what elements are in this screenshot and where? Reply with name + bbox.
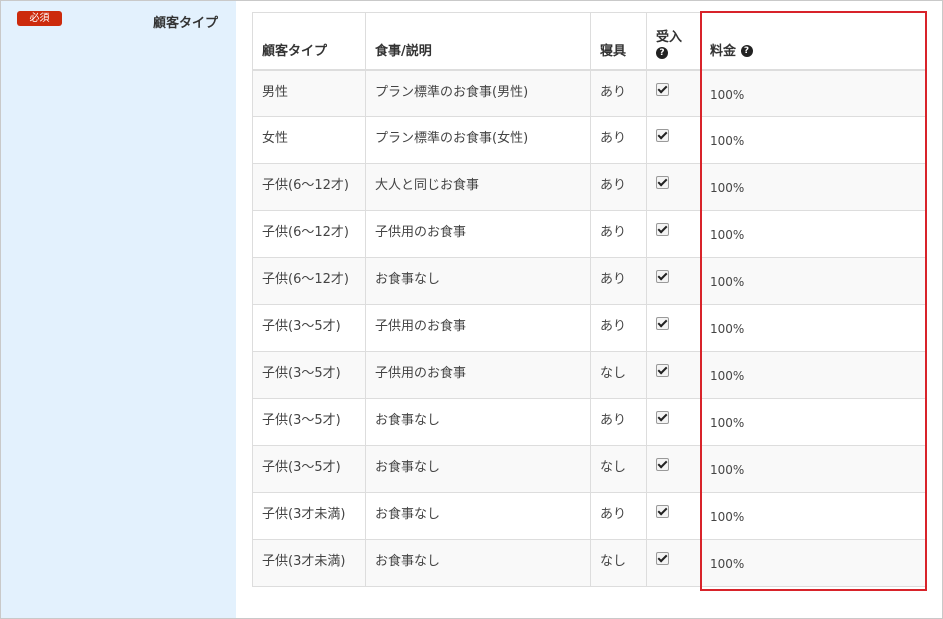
accept-checkbox[interactable] xyxy=(656,505,669,518)
cell-meal: お食事なし xyxy=(365,398,591,446)
cell-meal: 大人と同じお食事 xyxy=(365,163,591,211)
cell-customer-type: 子供(3〜5才) xyxy=(252,398,366,446)
cell-accept xyxy=(646,210,701,258)
table-row: 子供(3〜5才) お食事なし あり 100% xyxy=(252,398,926,446)
table-row: 子供(3〜5才) 子供用のお食事 なし 100% xyxy=(252,351,926,399)
accept-checkbox[interactable] xyxy=(656,223,669,236)
cell-price: 100% xyxy=(700,304,926,352)
cell-meal: お食事なし xyxy=(365,539,591,587)
cell-meal: プラン標準のお食事(男性) xyxy=(365,69,591,117)
cell-price: 100% xyxy=(700,257,926,305)
cell-bedding: あり xyxy=(590,304,647,352)
cell-meal: 子供用のお食事 xyxy=(365,351,591,399)
cell-bedding: なし xyxy=(590,445,647,493)
cell-accept xyxy=(646,163,701,211)
cell-customer-type: 子供(3〜5才) xyxy=(252,445,366,493)
cell-bedding: あり xyxy=(590,210,647,258)
header-bedding: 寝具 xyxy=(590,12,647,71)
cell-customer-type: 子供(6〜12才) xyxy=(252,257,366,305)
header-meal: 食事/説明 xyxy=(365,12,591,71)
cell-price: 100% xyxy=(700,163,926,211)
cell-price: 100% xyxy=(700,539,926,587)
accept-checkbox[interactable] xyxy=(656,458,669,471)
cell-accept xyxy=(646,398,701,446)
price-help-icon[interactable]: ? xyxy=(740,45,753,57)
cell-price: 100% xyxy=(700,445,926,493)
accept-checkbox[interactable] xyxy=(656,176,669,189)
header-accept: 受入 ? xyxy=(646,12,701,71)
cell-meal: お食事なし xyxy=(365,257,591,305)
accept-checkbox[interactable] xyxy=(656,129,669,142)
table-row: 子供(6〜12才) お食事なし あり 100% xyxy=(252,257,926,305)
cell-accept xyxy=(646,69,701,117)
header-customer-type: 顧客タイプ xyxy=(252,12,366,71)
cell-meal: プラン標準のお食事(女性) xyxy=(365,116,591,164)
accept-help-icon[interactable]: ? xyxy=(656,46,668,59)
required-badge: 必須 xyxy=(17,11,62,26)
cell-bedding: あり xyxy=(590,163,647,211)
table-row: 男性 プラン標準のお食事(男性) あり 100% xyxy=(252,69,926,117)
cell-customer-type: 子供(3才未満) xyxy=(252,539,366,587)
table-row: 子供(3才未満) お食事なし なし 100% xyxy=(252,539,926,587)
table-row: 子供(6〜12才) 子供用のお食事 あり 100% xyxy=(252,210,926,258)
cell-accept xyxy=(646,539,701,587)
cell-bedding: なし xyxy=(590,539,647,587)
cell-customer-type: 子供(3〜5才) xyxy=(252,351,366,399)
cell-price: 100% xyxy=(700,398,926,446)
customer-type-label: 顧客タイプ xyxy=(153,16,219,31)
field-label-column: 必須 顧客タイプ xyxy=(1,1,236,618)
cell-customer-type: 女性 xyxy=(252,116,366,164)
accept-checkbox[interactable] xyxy=(656,270,669,283)
cell-customer-type: 子供(3〜5才) xyxy=(252,304,366,352)
cell-accept xyxy=(646,445,701,493)
accept-checkbox[interactable] xyxy=(656,364,669,377)
cell-price: 100% xyxy=(700,351,926,399)
cell-meal: お食事なし xyxy=(365,445,591,493)
cell-accept xyxy=(646,304,701,352)
cell-customer-type: 男性 xyxy=(252,69,366,117)
header-price: 料金 ? xyxy=(700,12,926,71)
cell-accept xyxy=(646,351,701,399)
accept-checkbox[interactable] xyxy=(656,552,669,565)
table-row: 女性 プラン標準のお食事(女性) あり 100% xyxy=(252,116,926,164)
cell-bedding: なし xyxy=(590,351,647,399)
table-header-row: 顧客タイプ 食事/説明 寝具 受入 ? 料金 ? xyxy=(252,12,926,71)
cell-price: 100% xyxy=(700,210,926,258)
cell-bedding: あり xyxy=(590,116,647,164)
accept-checkbox[interactable] xyxy=(656,317,669,330)
table-row: 子供(3〜5才) お食事なし なし 100% xyxy=(252,445,926,493)
cell-price: 100% xyxy=(700,492,926,540)
header-accept-label: 受入 xyxy=(656,29,683,45)
cell-customer-type: 子供(3才未満) xyxy=(252,492,366,540)
cell-bedding: あり xyxy=(590,492,647,540)
cell-bedding: あり xyxy=(590,69,647,117)
customer-type-table: 顧客タイプ 食事/説明 寝具 受入 ? 料金 ? 男性 プラン標準のお食事(男性)… xyxy=(252,12,926,587)
cell-bedding: あり xyxy=(590,398,647,446)
cell-price: 100% xyxy=(700,116,926,164)
cell-meal: お食事なし xyxy=(365,492,591,540)
cell-customer-type: 子供(6〜12才) xyxy=(252,163,366,211)
cell-price: 100% xyxy=(700,69,926,117)
accept-checkbox[interactable] xyxy=(656,82,669,96)
cell-accept xyxy=(646,492,701,540)
header-price-label: 料金 xyxy=(710,43,737,59)
table-row: 子供(3〜5才) 子供用のお食事 あり 100% xyxy=(252,304,926,352)
cell-customer-type: 子供(6〜12才) xyxy=(252,210,366,258)
cell-accept xyxy=(646,116,701,164)
accept-checkbox[interactable] xyxy=(656,411,669,424)
table-body: 男性 プラン標準のお食事(男性) あり 100% 女性 プラン標準のお食事(女性) あり 10… xyxy=(252,69,926,587)
cell-accept xyxy=(646,257,701,305)
table-row: 子供(6〜12才) 大人と同じお食事 あり 100% xyxy=(252,163,926,211)
form-panel: 必須 顧客タイプ 顧客タイプ 食事/説明 寝具 受入 ? 料金 ? 男性 プラン… xyxy=(0,0,943,619)
table-row: 子供(3才未満) お食事なし あり 100% xyxy=(252,492,926,540)
cell-meal: 子供用のお食事 xyxy=(365,210,591,258)
cell-bedding: あり xyxy=(590,257,647,305)
cell-meal: 子供用のお食事 xyxy=(365,304,591,352)
